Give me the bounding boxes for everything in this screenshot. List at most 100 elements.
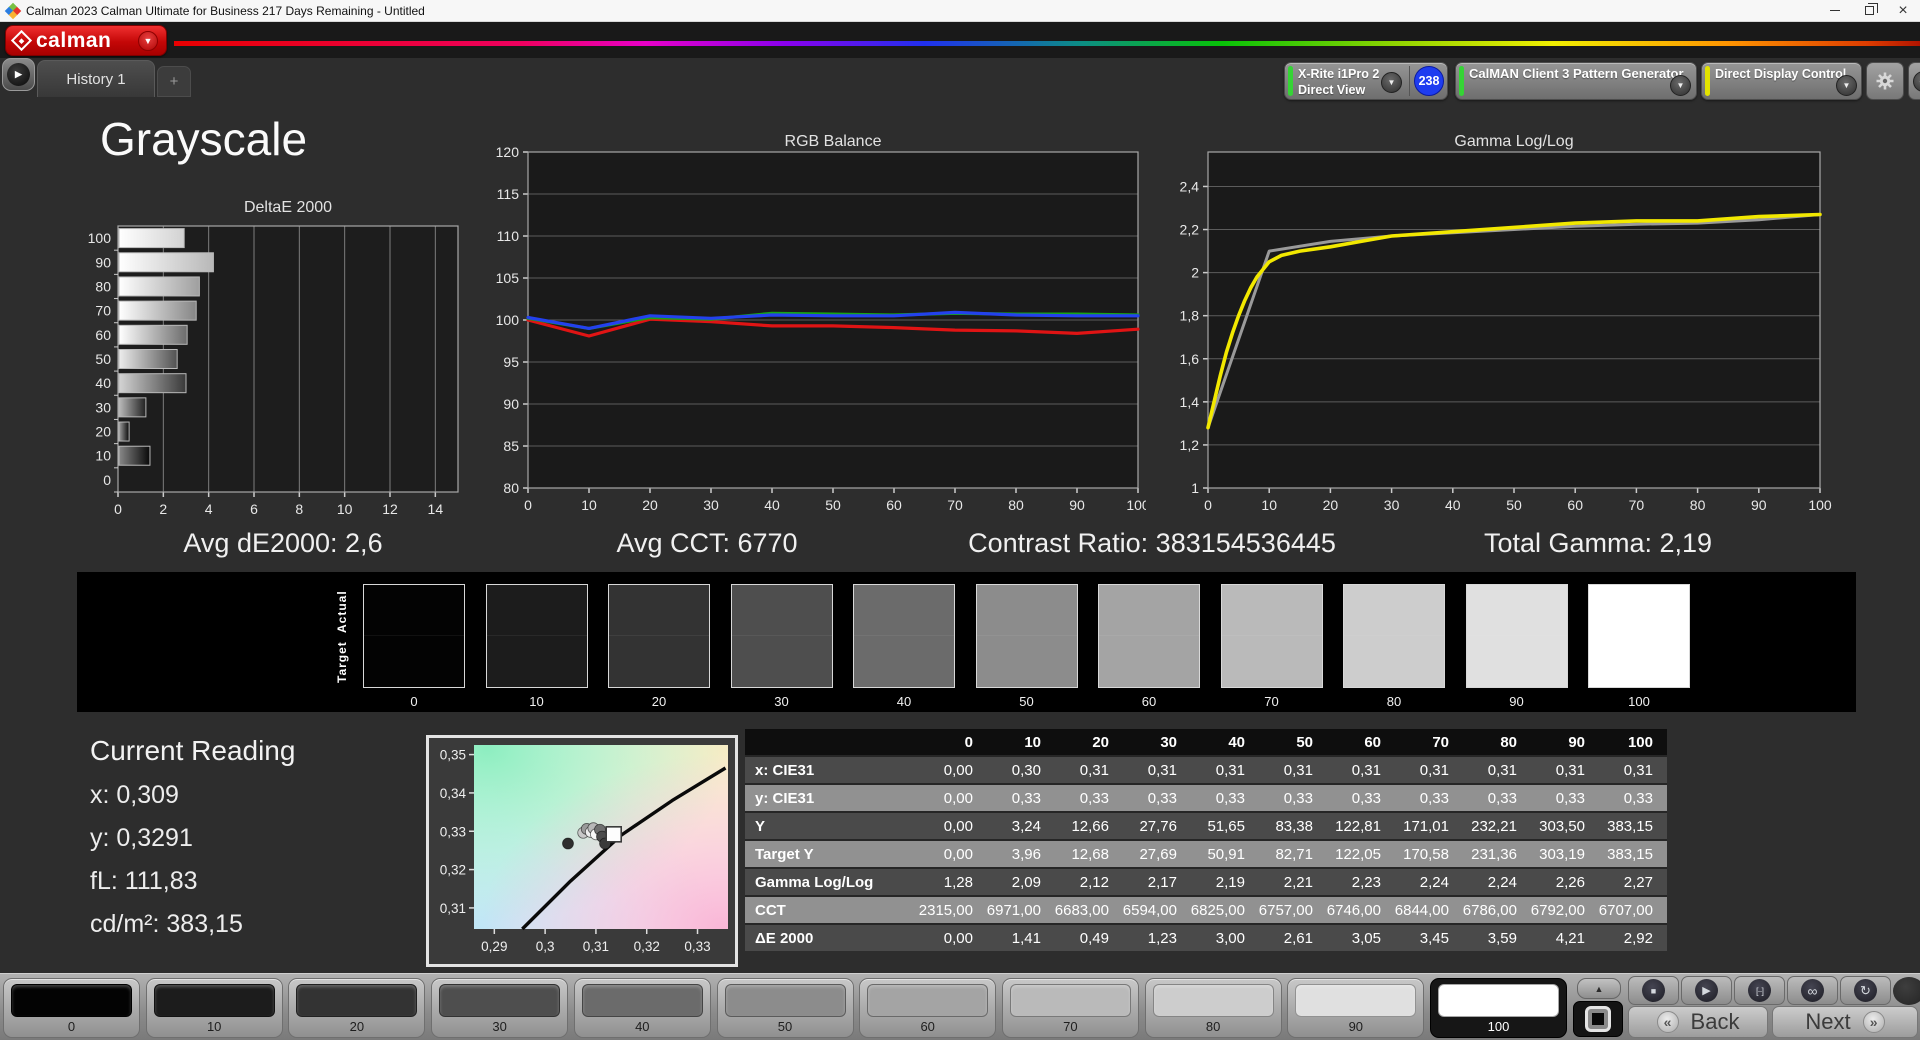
x-tick-label: 20 — [1323, 497, 1339, 513]
swatch-patch-100 — [1588, 584, 1690, 688]
table-cell: 0,00 — [943, 845, 973, 863]
next-button[interactable]: Next » — [1772, 1006, 1918, 1038]
minimize-icon — [1830, 10, 1840, 11]
collapse-toolbar-button[interactable]: ◀ — [1908, 62, 1920, 100]
pattern-level-button-60[interactable]: 60 — [859, 978, 997, 1038]
swatch-patch-40 — [853, 584, 955, 688]
table-cell: 0,49 — [1079, 929, 1109, 947]
table-cell: 51,65 — [1207, 817, 1245, 835]
y-tick-label: 30 — [95, 399, 111, 415]
workflow-nav-button[interactable]: ▶ — [2, 58, 35, 91]
table-cell: 170,58 — [1403, 845, 1449, 863]
x-tick-label: 10 — [1261, 497, 1277, 513]
table-row-label: Target Y — [755, 845, 814, 863]
pattern-level-button-20[interactable]: 20 — [288, 978, 426, 1038]
pattern-level-button-30[interactable]: 30 — [431, 978, 569, 1038]
pattern-generator-dropdown[interactable]: CalMAN Client 3 Pattern Generator ▼ — [1455, 62, 1697, 100]
back-button[interactable]: « Back — [1628, 1006, 1768, 1038]
meter-count-badge[interactable]: 238 — [1414, 66, 1444, 96]
pattern-level-button-50[interactable]: 50 — [716, 978, 854, 1038]
step-icon: [··] — [1748, 979, 1771, 1002]
deltae-bar-80 — [118, 276, 200, 297]
chevron-down-icon[interactable]: ▼ — [1836, 75, 1857, 96]
refresh-button[interactable]: ↻ — [1840, 976, 1891, 1005]
window-level-button[interactable] — [1573, 1001, 1623, 1037]
rgb-balance-chart: RGB Balance 80 85 90 95 100 105 110 115 120 0 10 20 3… — [496, 133, 1146, 513]
continuous-button[interactable]: ∞ — [1787, 976, 1838, 1005]
table-cell: 232,21 — [1471, 817, 1517, 835]
swatch-patch-10 — [485, 584, 588, 688]
table-cell: 2,12 — [1079, 873, 1109, 891]
x-tick-label: 80 — [1690, 497, 1706, 513]
swatch-level-label: 0 — [410, 694, 418, 709]
pattern-level-button-0[interactable]: 0 — [3, 978, 140, 1038]
pattern-swatch — [724, 984, 846, 1017]
pattern-level-button-90[interactable]: 90 — [1287, 978, 1425, 1038]
table-cell: 0,33 — [1011, 789, 1041, 807]
x-tick-label: 20 — [642, 497, 658, 513]
actual-row-label: Actual — [335, 590, 349, 634]
display-control-dropdown[interactable]: Direct Display Control ▼ — [1701, 62, 1862, 100]
swatch-level-label: 50 — [1019, 694, 1034, 709]
pattern-level-button-100[interactable]: 100 — [1430, 978, 1567, 1038]
collapse-pattern-bar-button[interactable]: ▲ — [1577, 978, 1621, 999]
pattern-swatch — [1438, 984, 1559, 1017]
pattern-swatch — [1295, 984, 1417, 1017]
pattern-generator-label: CalMAN Client 3 Pattern Generator — [1469, 66, 1684, 81]
chevron-down-icon[interactable]: ▼ — [138, 30, 158, 51]
x-tick-label: 30 — [703, 497, 719, 513]
y-tick-label: 105 — [496, 270, 520, 286]
minimize-button[interactable] — [1818, 0, 1852, 22]
calman-logo-icon — [10, 29, 33, 52]
pattern-level-button-40[interactable]: 40 — [573, 978, 711, 1038]
deltae-bar-70 — [118, 300, 197, 321]
table-cell: 0,31 — [1079, 761, 1109, 779]
x-tick-label: 90 — [1751, 497, 1767, 513]
table-row-label: CCT — [755, 901, 786, 919]
deltae-bar-chart: DeltaE 2000 0 2 4 6 8 10 12 14 0 10 20 30 40 50 60 70 80 9… — [88, 199, 459, 517]
pattern-level-button-80[interactable]: 80 — [1144, 978, 1282, 1038]
x-tick-label: 100 — [1126, 497, 1146, 513]
pattern-level-button-70[interactable]: 70 — [1001, 978, 1139, 1038]
chevron-left-icon: ◀ — [1912, 70, 1920, 92]
swatch-level-label: 100 — [1628, 694, 1650, 709]
meter-dropdown[interactable]: X-Rite i1Pro 2 Direct View ▼ 238 — [1284, 62, 1448, 100]
table-header-cell: 0 — [964, 733, 973, 751]
y-tick-label: 95 — [503, 354, 519, 370]
table-cell: 3,45 — [1419, 929, 1449, 947]
stop-button[interactable]: ■ — [1628, 976, 1679, 1005]
calman-window: Calman 2023 Calman Ultimate for Business… — [0, 0, 1920, 1040]
table-row-label: x: CIE31 — [755, 761, 815, 779]
table-cell: 2315,00 — [918, 901, 973, 919]
table-cell: 0,00 — [943, 929, 973, 947]
pattern-swatch — [153, 984, 275, 1017]
table-cell: 4,21 — [1555, 929, 1585, 947]
chevron-down-icon[interactable]: ▼ — [1381, 72, 1402, 93]
add-tab-button[interactable]: + — [157, 66, 191, 97]
table-cell: 231,36 — [1471, 845, 1517, 863]
chevron-down-icon[interactable]: ▼ — [1670, 75, 1691, 96]
current-reading-y: y: 0,3291 — [90, 824, 193, 852]
settings-button[interactable] — [1866, 62, 1904, 100]
table-cell: 303,19 — [1539, 845, 1585, 863]
pattern-level-button-10[interactable]: 10 — [145, 978, 283, 1038]
table-cell: 6825,00 — [1190, 901, 1245, 919]
tab-history-1[interactable]: History 1 — [37, 60, 155, 97]
chart-title: RGB Balance — [785, 133, 882, 150]
y-tick-label: 0,32 — [440, 863, 466, 878]
x-tick-label: 70 — [1629, 497, 1645, 513]
close-button[interactable]: × — [1886, 0, 1920, 22]
table-cell: 2,92 — [1623, 929, 1653, 947]
y-tick-label: 1,6 — [1180, 351, 1200, 367]
x-tick-label: 0,32 — [634, 939, 660, 954]
y-tick-label: 20 — [95, 424, 111, 440]
table-cell: 6707,00 — [1598, 901, 1653, 919]
table-header-cell: 60 — [1364, 733, 1381, 751]
calman-menu-button[interactable]: calman ▼ — [5, 25, 167, 56]
table-cell: 0,33 — [1147, 789, 1177, 807]
restore-button[interactable] — [1852, 0, 1886, 22]
pattern-swatch — [1009, 984, 1131, 1017]
play-button[interactable]: ▶ — [1681, 976, 1732, 1005]
step-button[interactable]: [··] — [1734, 976, 1785, 1005]
swatch-patch-0 — [363, 584, 465, 688]
